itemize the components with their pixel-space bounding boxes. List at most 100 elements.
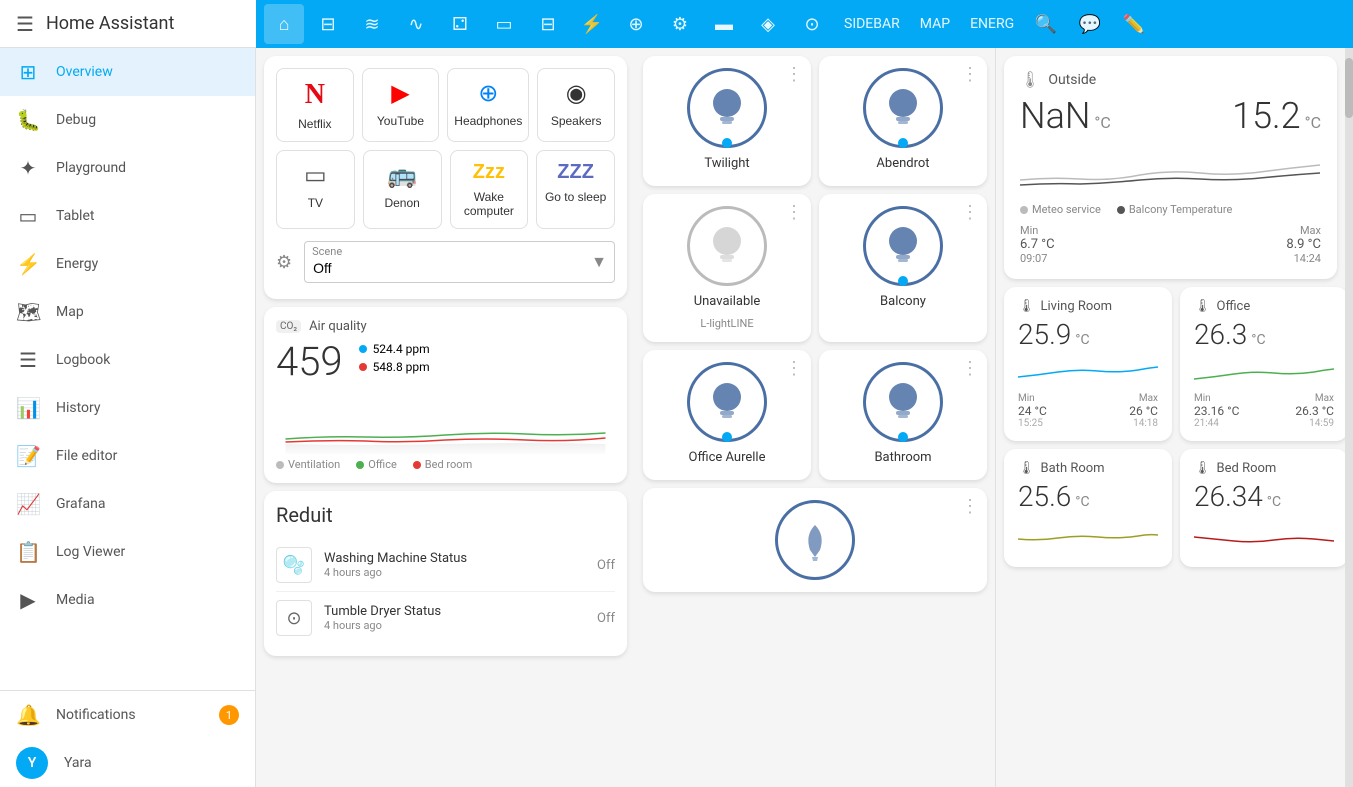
abendrot-name: Abendrot [876, 156, 929, 171]
aq-legend-label-1: 524.4 ppm [373, 342, 430, 356]
nav-edit-icon[interactable]: ✏️ [1114, 4, 1154, 44]
living-room-value: 25.9 [1018, 318, 1071, 351]
sidebar-item-grafana[interactable]: 📈 Grafana [0, 480, 255, 528]
sidebar-item-logbook[interactable]: ☰ Logbook [0, 336, 255, 384]
sidebar-item-file-editor[interactable]: 📝 File editor [0, 432, 255, 480]
arch-lamp-bulb[interactable] [775, 500, 855, 580]
bath-room-chart [1018, 519, 1158, 549]
washing-machine-time: 4 hours ago [324, 566, 585, 579]
outside-unit-right: °C [1305, 113, 1321, 132]
headphones-label: Headphones [454, 114, 522, 128]
three-dot-icon[interactable]: ⋮ [961, 496, 979, 517]
scene-row: ⚙ Scene Off ▼ [276, 237, 615, 287]
nav-sidebar-button[interactable]: SIDEBAR [836, 4, 908, 44]
nav-lamp-icon[interactable]: ⚁ [440, 4, 480, 44]
nav-bed-icon[interactable]: ⊟ [528, 4, 568, 44]
nav-atom-icon[interactable]: ⊕ [616, 4, 656, 44]
abendrot-menu[interactable]: ⋮ [961, 64, 979, 85]
arch-lamp-menu[interactable]: ⋮ [961, 496, 979, 517]
scene-select-wrap: Scene Off ▼ [304, 241, 615, 283]
abendrot-dot [898, 138, 908, 148]
office-label: Office [1217, 299, 1251, 314]
outside-min-val: 6.7 °C [1020, 237, 1055, 252]
twilight-menu[interactable]: ⋮ [785, 64, 803, 85]
sidebar-item-map[interactable]: 🗺 Map [0, 288, 255, 336]
sidebar-item-energy[interactable]: ⚡ Energy [0, 240, 255, 288]
air-quality-card: CO₂ Air quality 459 524.4 ppm 548.8 ppm [264, 307, 627, 483]
bath-room-label: Bath Room [1041, 461, 1105, 476]
air-quality-value: 459 [276, 342, 343, 382]
balcony-name: Balcony [880, 294, 926, 309]
bath-room-value-wrap: 25.6 °C [1018, 480, 1158, 513]
balcony-menu[interactable]: ⋮ [961, 202, 979, 223]
three-dot-icon[interactable]: ⋮ [961, 358, 979, 379]
netflix-button[interactable]: N Netflix [276, 68, 354, 142]
chevron-down-icon: ▼ [591, 252, 607, 272]
bathroom-menu[interactable]: ⋮ [961, 358, 979, 379]
three-dot-icon[interactable]: ⋮ [961, 64, 979, 85]
headphones-button[interactable]: ⊕ Headphones [447, 68, 529, 142]
scene-select[interactable]: Off [304, 241, 615, 283]
denon-button[interactable]: 🚌 Denon [363, 150, 442, 229]
nav-lightning-icon[interactable]: ⚡ [572, 4, 612, 44]
sidebar-item-debug[interactable]: 🐛 Debug [0, 96, 255, 144]
scrollbar-thumb[interactable] [1345, 58, 1353, 118]
abendrot-bulb[interactable] [863, 68, 943, 148]
sleep-button[interactable]: ZZZ Go to sleep [536, 150, 615, 229]
speakers-button[interactable]: ◉ Speakers [537, 68, 615, 142]
outside-temp-card: 🌡 Outside NaN °C 15.2 °C [1004, 56, 1337, 279]
nav-calendar-icon[interactable]: ⊟ [308, 4, 348, 44]
three-dot-icon[interactable]: ⋮ [785, 64, 803, 85]
office-aurelle-menu[interactable]: ⋮ [785, 358, 803, 379]
nav-waves-icon[interactable]: ≋ [352, 4, 392, 44]
logbook-icon: ☰ [16, 348, 40, 372]
three-dot-icon[interactable]: ⋮ [961, 202, 979, 223]
nav-monitor-icon[interactable]: ▬ [704, 4, 744, 44]
unavailable-menu[interactable]: ⋮ [785, 202, 803, 223]
nav-search-icon[interactable]: 🔍 [1026, 4, 1066, 44]
sidebar-item-tablet[interactable]: ▭ Tablet [0, 192, 255, 240]
media-card: N Netflix ▶ YouTube ⊕ Headphones ◉ Speak… [264, 56, 627, 299]
sidebar-label-notifications: Notifications [56, 707, 203, 723]
right-scrollbar[interactable] [1345, 48, 1353, 787]
nav-chat-icon[interactable]: 💬 [1070, 4, 1110, 44]
light-card-twilight: ⋮ Twilight [643, 56, 811, 186]
sidebar-item-history[interactable]: 📊 History [0, 384, 255, 432]
twilight-bulb[interactable] [687, 68, 767, 148]
three-dot-icon[interactable]: ⋮ [785, 202, 803, 223]
sidebar-item-media[interactable]: ▶ Media [0, 576, 255, 624]
balcony-temp-label: Balcony Temperature [1129, 203, 1232, 216]
outside-title: 🌡 Outside [1020, 70, 1321, 89]
nav-energy-button[interactable]: ENERG [962, 4, 1022, 44]
sidebar-item-log-viewer[interactable]: 📋 Log Viewer [0, 528, 255, 576]
office-aurelle-bulb[interactable] [687, 362, 767, 442]
sidebar-item-notifications[interactable]: 🔔 Notifications 1 [0, 691, 255, 739]
bed-room-chart [1194, 519, 1334, 549]
reduit-card: Reduit 🫧 Washing Machine Status 4 hours … [264, 491, 627, 656]
bath-thermometer-icon: 🌡 [1018, 461, 1035, 476]
app-title: Home Assistant [46, 13, 174, 34]
bed-thermometer-icon: 🌡 [1194, 461, 1211, 476]
grafana-icon: 📈 [16, 492, 40, 516]
nav-map-button[interactable]: MAP [912, 4, 958, 44]
tv-button[interactable]: ▭ TV [276, 150, 355, 229]
wake-computer-button[interactable]: Zzz Wake computer [450, 150, 529, 229]
sidebar-label-overview: Overview [56, 64, 239, 80]
balcony-bulb[interactable] [863, 206, 943, 286]
air-quality-body: 459 524.4 ppm 548.8 ppm [276, 342, 615, 382]
nav-tv-icon[interactable]: ▭ [484, 4, 524, 44]
nav-chart-icon[interactable]: ∿ [396, 4, 436, 44]
sidebar-item-yara[interactable]: Y Yara [0, 739, 255, 787]
three-dot-icon[interactable]: ⋮ [785, 358, 803, 379]
nav-gear-icon[interactable]: ⚙ [660, 4, 700, 44]
outside-unit-left: °C [1094, 113, 1110, 132]
sidebar-item-overview[interactable]: ⊞ Overview [0, 48, 255, 96]
bathroom-bulb[interactable] [863, 362, 943, 442]
sidebar-item-playground[interactable]: ✦ Playground [0, 144, 255, 192]
nav-person-icon[interactable]: ⊙ [792, 4, 832, 44]
hamburger-icon[interactable]: ☰ [16, 12, 34, 36]
nav-cube-icon[interactable]: ◈ [748, 4, 788, 44]
nav-home-icon[interactable]: ⌂ [264, 4, 304, 44]
unavailable-bulb[interactable] [687, 206, 767, 286]
youtube-button[interactable]: ▶ YouTube [362, 68, 440, 142]
